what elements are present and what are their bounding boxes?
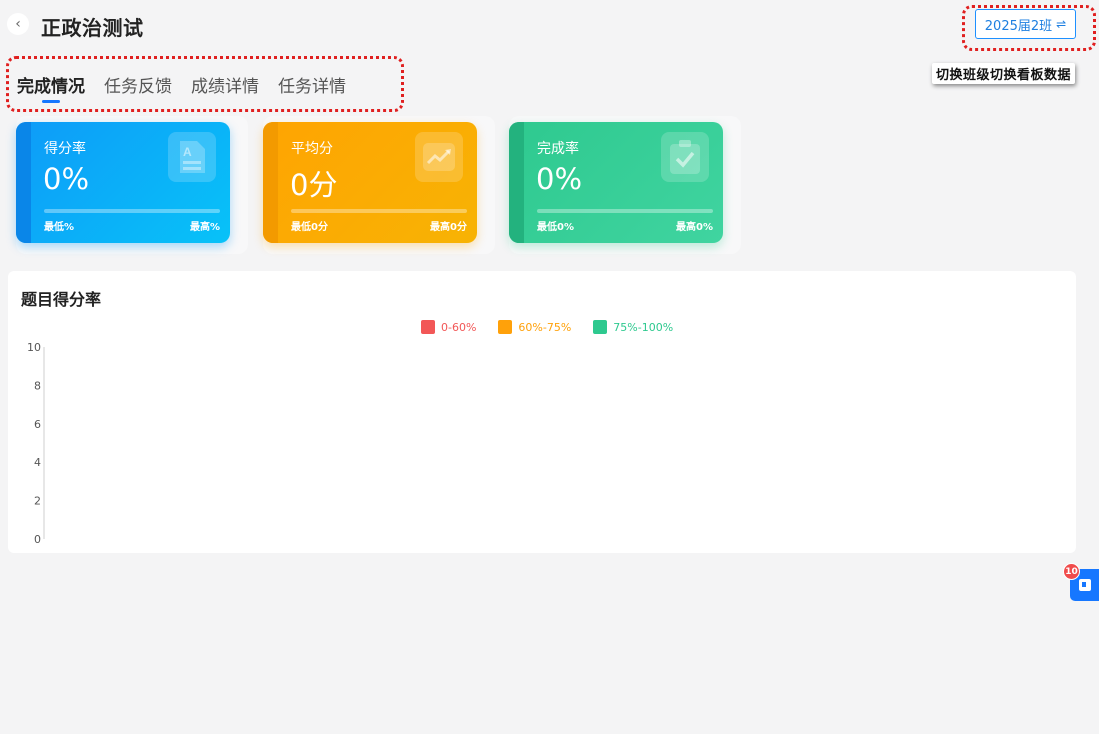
avg-score-card: 平均分 0分 最低0分 最高0分 — [263, 122, 477, 243]
avg-score-progress — [291, 209, 467, 213]
page-title: 正政治测试 — [41, 16, 144, 40]
tab-label: 任务反馈 — [104, 77, 172, 97]
score-rate-label: 得分率 — [44, 141, 86, 157]
score-rate-min: 最低% — [44, 222, 75, 233]
y-tick-label: 0 — [34, 533, 41, 546]
avg-score-value: 0分 — [290, 168, 338, 202]
y-tick-label: 4 — [34, 456, 41, 469]
tab-label: 完成情况 — [17, 77, 85, 97]
tab-feedback[interactable]: 任务反馈 — [104, 72, 172, 103]
class-selector-label: 2025届2班 — [984, 18, 1053, 34]
document-icon: A — [168, 132, 216, 182]
chart-title: 题目得分率 — [21, 290, 102, 309]
card-stripe — [509, 122, 524, 243]
completion-rate-label: 完成率 — [537, 141, 579, 157]
legend-swatch-low — [421, 320, 435, 334]
score-rate-card: 得分率 0% A 最低% 最高% — [16, 122, 230, 243]
score-rate-progress — [44, 209, 220, 213]
y-tick-label: 2 — [34, 495, 41, 508]
swap-icon: ⇌ — [1056, 17, 1067, 31]
chart-legend: 0-60% 60%-75% 75%-100% — [421, 320, 673, 334]
avg-score-label: 平均分 — [291, 141, 333, 157]
question-score-rate-panel: 题目得分率 0-60% 60%-75% 75%-100% 10 8 6 4 2 0 — [8, 271, 1076, 553]
clipboard-check-icon — [661, 132, 709, 182]
tab-task-details[interactable]: 任务详情 — [278, 72, 346, 103]
back-button[interactable]: ‹ — [7, 13, 29, 35]
y-tick-label: 10 — [27, 341, 41, 354]
legend-item-high[interactable]: 75%-100% — [593, 320, 673, 334]
avg-score-card-wrap: 平均分 0分 最低0分 最高0分 — [263, 116, 495, 254]
class-switch-button[interactable]: 2025届2班 ⇌ — [975, 9, 1076, 39]
legend-label-mid: 60%-75% — [518, 320, 572, 334]
completion-rate-card-wrap: 完成率 0% 最低0% 最高0% — [509, 116, 741, 254]
tab-bar: 完成情况 任务反馈 成绩详情 任务详情 — [17, 72, 346, 103]
score-rate-card-wrap: 得分率 0% A 最低% 最高% — [16, 116, 248, 254]
notification-badge: 10 — [1063, 563, 1080, 580]
legend-label-low: 0-60% — [441, 320, 477, 334]
completion-rate-card: 完成率 0% 最低0% 最高0% — [509, 122, 723, 243]
svg-text:A: A — [183, 145, 192, 159]
legend-item-low[interactable]: 0-60% — [421, 320, 476, 334]
avg-score-max: 最高0分 — [430, 222, 467, 233]
tab-active-indicator — [42, 100, 60, 103]
card-stripe — [263, 122, 278, 243]
legend-item-mid[interactable]: 60%-75% — [498, 320, 571, 334]
y-tick-label: 8 — [34, 379, 41, 392]
class-switch-hint: 切换班级切换看板数据 — [932, 63, 1076, 84]
completion-rate-min: 最低0% — [537, 222, 574, 233]
score-rate-value: 0% — [43, 162, 90, 196]
y-tick-label: 6 — [34, 418, 41, 431]
completion-rate-value: 0% — [536, 162, 583, 196]
tab-label: 成绩详情 — [191, 77, 259, 97]
legend-label-high: 75%-100% — [613, 320, 674, 334]
completion-rate-progress — [537, 209, 713, 213]
legend-swatch-mid — [498, 320, 513, 334]
trend-chart-icon — [415, 132, 463, 182]
legend-swatch-high — [593, 320, 608, 334]
score-rate-chart: 10 8 6 4 2 0 — [27, 341, 45, 546]
card-stripe — [16, 122, 31, 243]
tab-score-details[interactable]: 成绩详情 — [191, 72, 259, 103]
score-rate-max: 最高% — [189, 222, 220, 233]
tab-completion[interactable]: 完成情况 — [17, 72, 85, 103]
book-icon — [1078, 579, 1091, 591]
tab-label: 任务详情 — [278, 77, 346, 97]
completion-rate-max: 最高0% — [676, 222, 713, 233]
chevron-left-icon: ‹ — [15, 16, 21, 32]
avg-score-min: 最低0分 — [291, 222, 328, 233]
